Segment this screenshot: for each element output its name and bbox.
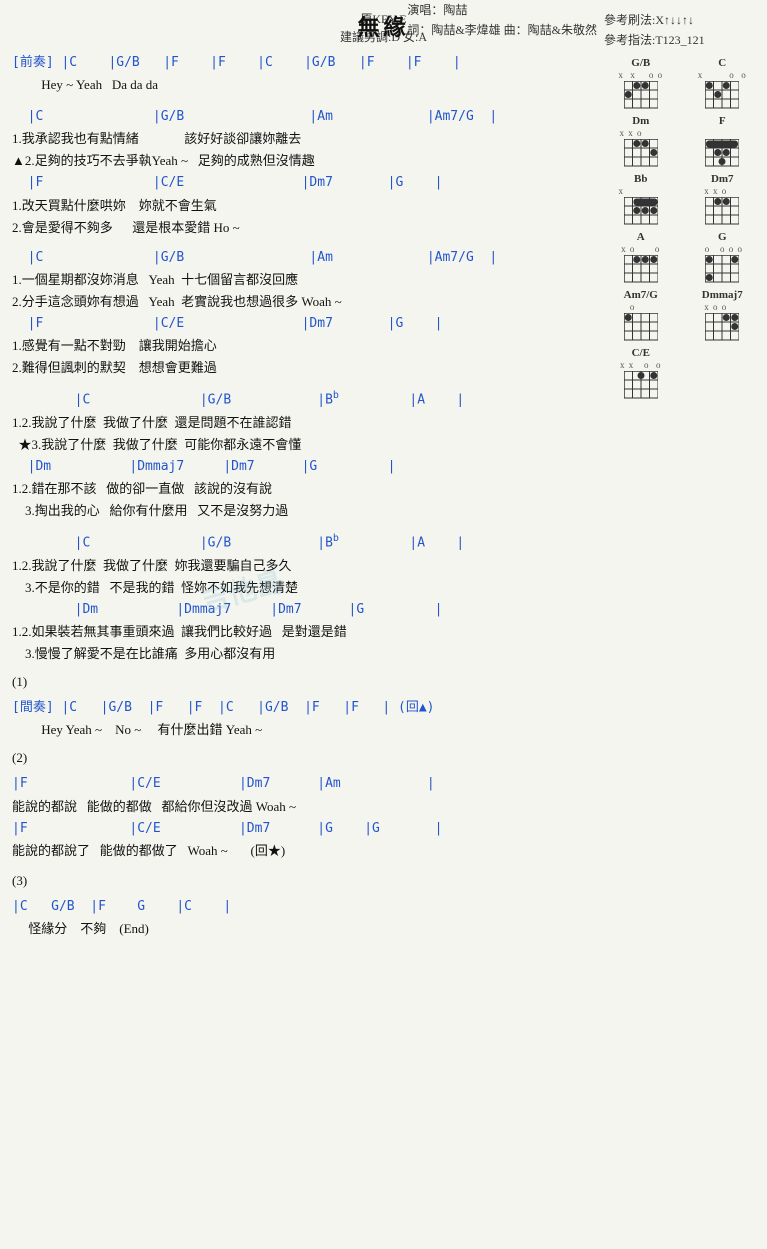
v2-chord2: |F |C/E |Dm7 |G | [12,313,590,335]
credits: 詞：陶喆&李煒雄 曲：陶喆&朱敬然 [407,20,597,40]
performer: 演唱：陶喆 [407,0,597,20]
v1-lyric3: 1.改天買點什麼哄妳 妳就不會生氣 [12,195,590,217]
outro-lyric: 怪緣分 不夠 (End) [12,918,590,940]
c2-lyric1: 1.2.我說了什麼 我做了什麼 妳我還要騙自己多久 [12,555,590,577]
c1-lyric3: 1.2.錯在那不該 做的卻一直做 該說的沒有說 [12,478,590,500]
performer-info: 演唱：陶喆 詞：陶喆&李煒雄 曲：陶喆&朱敬然 [407,0,597,41]
v1-lyric2: ▲2.足夠的技巧不去爭執Yeah ~ 足夠的成熟但沒情趣 [12,150,590,172]
section-verse1: |C |G/B |Am |Am7/G | 1.我承認我也有點情緒 該好好談卻讓妳… [12,106,590,239]
c1-chord2: |Dm |Dmmaj7 |Dm7 |G | [12,456,590,478]
outro-chord: |C G/B |F G |C | [12,896,590,918]
v1-lyric4: 2.會是愛得不夠多 還是根本愛錯 Ho ~ [12,217,590,239]
chord-a: A x o o [604,231,678,283]
c2-chord2: |Dm |Dmmaj7 |Dm7 |G | [12,599,590,621]
chord-c: C x o o [686,57,760,109]
song-title: 無緣 [357,10,409,42]
repeat2-label: (2) [12,747,590,769]
chord-gb: G/B x x o o [604,57,678,109]
intro-lyric: Hey ~ Yeah Da da da [12,74,590,96]
bridge-chord1: |F |C/E |Dm7 |Am | [12,773,590,795]
right-panel: 參考刷法:X↑↓↓↑↓ 參考指法:T123_121 G/B x x o o [604,10,759,399]
chord-dmmaj7: Dmmaj7 x o o [686,289,760,341]
main-content: [前奏] |C |G/B |F |F |C |G/B |F |F | Hey ~… [12,52,590,940]
intro-chord: [前奏] |C |G/B |F |F |C |G/B |F |F | [12,52,590,74]
c1-lyric1: 1.2.我說了什麼 我做了什麼 還是問題不在誰認錯 [12,412,590,434]
v2-lyric2: 2.分手這念頭妳有想過 Yeah 老實說我也想過很多 Woah ~ [12,291,590,313]
v2-chord1: |C |G/B |Am |Am7/G | [12,247,590,269]
bridge-lyric2: 能說的都說了 能做的都做了 Woah ~ (回★) [12,840,590,862]
section-bridge: |F |C/E |Dm7 |Am | 能說的都說 能做的都做 都給你但沒改過 W… [12,773,590,861]
section-repeat2: (2) [12,747,590,769]
c1-chord1: |C |G/B |Bb |A | [12,387,590,411]
v1-chord2: |F |C/E |Dm7 |G | [12,172,590,194]
section-repeat1: (1) [12,671,590,693]
repeat1-label: (1) [12,671,590,693]
c2-lyric3: 1.2.如果裝若無其事重頭來過 讓我們比較好過 是對還是錯 [12,621,590,643]
chord-diagrams: G/B x x o o [604,57,759,399]
chord-dm7: Dm7 x x o [686,173,760,225]
section-verse2: |C |G/B |Am |Am7/G | 1.一個星期都沒妳消息 Yeah 十七… [12,247,590,380]
c2-lyric2: 3.不是你的錯 不是我的錯 怪妳不如我先想清楚 [12,577,590,599]
v2-lyric4: 2.難得但諷刺的默契 想想會更難過 [12,357,590,379]
bridge-chord2: |F |C/E |Dm7 |G |G | [12,818,590,840]
bridge-lyric1: 能說的都說 能做的都做 都給你但沒改過 Woah ~ [12,796,590,818]
page: 原KEY:E 建議男調:D 女:A 無緣 演唱：陶喆 詞：陶喆&李煒雄 曲：陶喆… [0,0,767,1249]
chord-g: G o o o o [686,231,760,283]
v1-chord1: |C |G/B |Am |Am7/G | [12,106,590,128]
section-chorus1: |C |G/B |Bb |A | 1.2.我說了什麼 我做了什麼 還是問題不在誰… [12,387,590,522]
repeat3-label: (3) [12,870,590,892]
chord-ce: C/E x x o o [604,347,678,399]
section-outro: |C G/B |F G |C | 怪緣分 不夠 (End) [12,896,590,940]
v2-lyric3: 1.感覺有一點不對勁 讓我開始擔心 [12,335,590,357]
v2-lyric1: 1.一個星期都沒妳消息 Yeah 十七個留言都沒回應 [12,269,590,291]
chord-f: F [686,115,760,167]
section-interlude: [間奏] |C |G/B |F |F |C |G/B |F |F | (回▲) … [12,697,590,741]
chord-am7g: Am7/G o [604,289,678,341]
c1-lyric2: ★3.我說了什麼 我做了什麼 可能你都永遠不會懂 [12,434,590,456]
interlude-lyric: Hey Yeah ~ No ~ 有什麼出錯 Yeah ~ [12,719,590,741]
section-repeat3: (3) [12,870,590,892]
c1-lyric4: 3.掏出我的心 給你有什麼用 又不是沒努力過 [12,500,590,522]
section-intro: [前奏] |C |G/B |F |F |C |G/B |F |F | Hey ~… [12,52,590,96]
c2-chord1: |C |G/B |Bb |A | [12,530,590,554]
chord-bb: Bb x [604,173,678,225]
strum-pattern: 參考刷法:X↑↓↓↑↓ 參考指法:T123_121 [604,10,759,51]
chord-dm: Dm x x o [604,115,678,167]
c2-lyric4: 3.慢慢了解愛不是在比誰痛 多用心都沒有用 [12,643,590,665]
section-chorus2: |C |G/B |Bb |A | 1.2.我說了什麼 我做了什麼 妳我還要騙自己… [12,530,590,665]
interlude-chord: [間奏] |C |G/B |F |F |C |G/B |F |F | (回▲) [12,697,590,719]
v1-lyric1: 1.我承認我也有點情緒 該好好談卻讓妳離去 [12,128,590,150]
